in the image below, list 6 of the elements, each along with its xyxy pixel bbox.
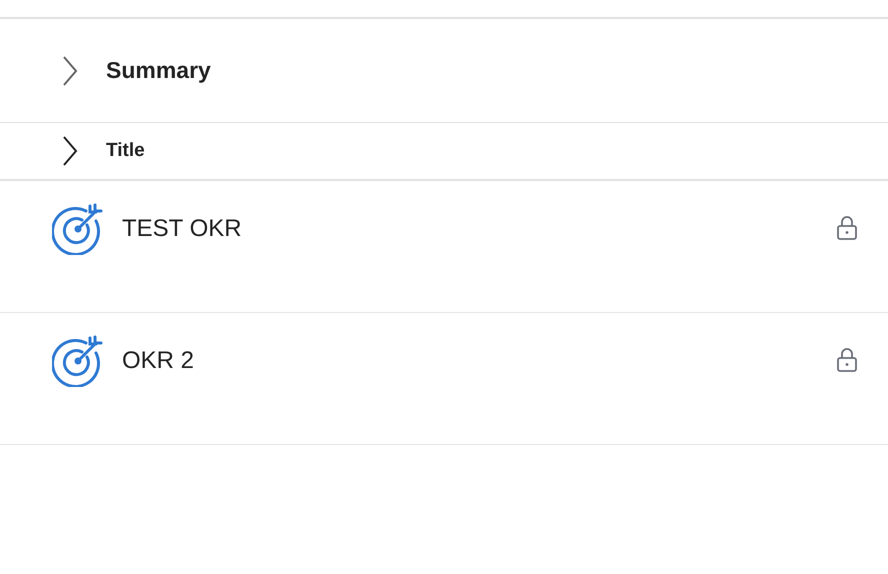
target-icon — [52, 335, 104, 387]
target-icon — [52, 203, 104, 255]
okr-title[interactable]: TEST OKR — [122, 203, 836, 255]
section-header[interactable]: Title — [106, 136, 145, 166]
section-header[interactable]: Summary — [106, 53, 211, 88]
okr-title[interactable]: OKR 2 — [122, 335, 836, 387]
